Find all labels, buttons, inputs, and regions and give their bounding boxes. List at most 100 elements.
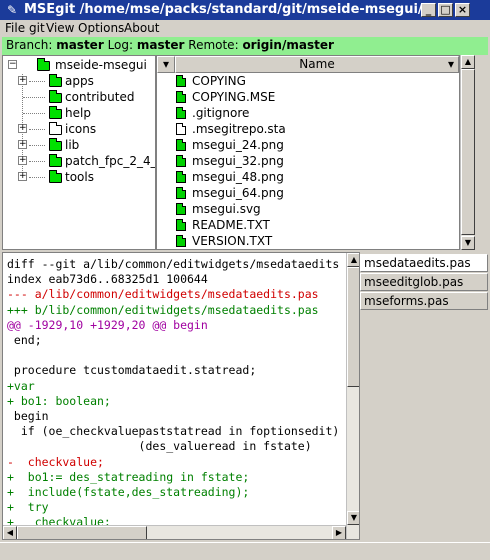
tree-item-tools[interactable]: + tools: [3, 169, 155, 185]
file-row[interactable]: README.TXT: [157, 217, 459, 233]
tab-mseforms[interactable]: mseforms.pas: [360, 292, 488, 310]
column-header-name[interactable]: Name ▾: [175, 56, 459, 73]
tree-item-label: apps: [65, 74, 94, 88]
chevron-down-icon[interactable]: ▾: [448, 57, 454, 72]
file-icon: [176, 123, 186, 135]
file-icon: [176, 75, 186, 87]
menu-git[interactable]: git: [29, 21, 45, 35]
tree-connector: [29, 177, 45, 178]
file-row[interactable]: msegui.svg: [157, 201, 459, 217]
file-name: VERSION.TXT: [192, 234, 273, 248]
tree-item-label: contributed: [65, 90, 135, 104]
tree-item-label: lib: [65, 138, 80, 152]
close-button[interactable]: ×: [455, 3, 470, 17]
menu-file[interactable]: File: [5, 21, 25, 35]
file-name: msegui_24.png: [192, 138, 284, 152]
file-list-scrollbar[interactable]: ▲ ▼: [460, 55, 475, 250]
log-label: Log:: [107, 38, 134, 52]
file-row[interactable]: msegui_24.png: [157, 137, 459, 153]
folder-icon: [49, 122, 62, 135]
tree-connector: [23, 113, 45, 114]
file-name: COPYING.MSE: [192, 90, 276, 104]
file-row[interactable]: msegui_64.png: [157, 185, 459, 201]
menu-view[interactable]: View: [46, 21, 74, 35]
tab-mseeditglob[interactable]: mseeditglob.pas: [360, 273, 488, 291]
collapse-icon[interactable]: −: [8, 60, 17, 69]
scroll-down-icon[interactable]: ▼: [347, 511, 359, 525]
file-row[interactable]: COPYING: [157, 73, 459, 89]
file-row[interactable]: .gitignore: [157, 105, 459, 121]
folder-icon: [49, 106, 62, 119]
file-icon: [176, 203, 186, 215]
file-name: msegui_64.png: [192, 186, 284, 200]
scroll-up-icon[interactable]: ▲: [347, 253, 359, 267]
tree-item-help[interactable]: help: [3, 105, 155, 121]
hscroll-thumb[interactable]: [17, 526, 147, 539]
tree-item-patch-fpc[interactable]: + patch_fpc_2_4_: [3, 153, 155, 169]
scroll-down-icon[interactable]: ▼: [461, 236, 475, 250]
file-icon: [176, 187, 186, 199]
file-list-header: ▾ Name ▾: [157, 56, 459, 73]
tab-msedataedits[interactable]: msedataedits.pas: [360, 254, 488, 272]
diff-scrollbar[interactable]: ▲ ▼: [346, 253, 359, 539]
expand-icon[interactable]: +: [18, 76, 27, 85]
file-icon: [176, 171, 186, 183]
diff-hscrollbar[interactable]: ◀ ▶: [3, 525, 346, 539]
tree-item-label: icons: [65, 122, 97, 136]
remote-value: origin/master: [242, 38, 334, 52]
file-row[interactable]: VERSION.TXT: [157, 233, 459, 249]
branch-bar: Branch: master Log: master Remote: origi…: [2, 37, 488, 55]
tree-item-label: help: [65, 106, 91, 120]
window-title: MSEgit /home/mse/packs/standard/git/msei…: [24, 2, 423, 17]
diff-view[interactable]: diff --git a/lib/common/editwidgets/msed…: [2, 252, 360, 540]
menu-options[interactable]: Options: [78, 21, 124, 35]
folder-icon: [49, 74, 62, 87]
diff-line: --- a/lib/common/editwidgets/msedataedit…: [7, 287, 319, 302]
tree-root-label: mseide-msegui: [55, 58, 147, 72]
diff-line: +var: [7, 378, 35, 393]
expand-icon[interactable]: +: [18, 172, 27, 181]
tree-item-lib[interactable]: + lib: [3, 137, 155, 153]
remote-label: Remote:: [188, 38, 239, 52]
log-value: master: [136, 38, 185, 52]
file-row[interactable]: COPYING.MSE: [157, 89, 459, 105]
diff-line: + include(fstate,des_statreading);: [7, 485, 250, 499]
tree-item-apps[interactable]: + apps: [3, 73, 155, 89]
sort-dropdown-icon[interactable]: ▾: [157, 56, 175, 73]
scroll-left-icon[interactable]: ◀: [3, 526, 17, 539]
column-header-label: Name: [299, 57, 335, 71]
diff-line: if (oe_checkvaluepaststatread in foption…: [7, 424, 340, 439]
scroll-up-icon[interactable]: ▲: [461, 55, 475, 69]
minimize-button[interactable]: _: [421, 3, 436, 17]
scroll-thumb[interactable]: [461, 69, 475, 235]
expand-icon[interactable]: +: [18, 124, 27, 133]
diff-line: procedure tcustomdataedit.statread;: [7, 363, 257, 378]
file-row[interactable]: msegui_32.png: [157, 153, 459, 169]
maximize-button[interactable]: □: [438, 3, 453, 17]
tree-item-label: patch_fpc_2_4_: [65, 154, 156, 168]
diff-line: +++ b/lib/common/editwidgets/msedataedit…: [7, 302, 319, 317]
tree-item-contributed[interactable]: contributed: [3, 89, 155, 105]
folder-icon: [49, 90, 62, 103]
file-name: README.TXT: [192, 218, 270, 232]
menu-about[interactable]: About: [124, 21, 159, 35]
expand-icon[interactable]: +: [18, 156, 27, 165]
file-row[interactable]: .msegitrepo.sta: [157, 121, 459, 137]
tree-connector: [29, 81, 45, 82]
expand-icon[interactable]: +: [18, 140, 27, 149]
file-name: msegui_48.png: [192, 170, 284, 184]
file-name: msegui_32.png: [192, 154, 284, 168]
directory-tree[interactable]: − mseide-msegui + apps contributed help …: [2, 55, 156, 250]
scroll-thumb[interactable]: [347, 267, 359, 387]
file-icon: [176, 235, 186, 247]
tree-root[interactable]: − mseide-msegui: [3, 57, 155, 73]
diff-line: (des_valueread in fstate): [7, 439, 312, 454]
file-list[interactable]: ▾ Name ▾ COPYING COPYING.MSE .gitignore …: [156, 55, 460, 250]
tree-connector: [29, 129, 45, 130]
scroll-right-icon[interactable]: ▶: [332, 526, 346, 539]
file-name: .gitignore: [192, 106, 250, 120]
file-row[interactable]: msegui_48.png: [157, 169, 459, 185]
tree-item-icons[interactable]: + icons: [3, 121, 155, 137]
diff-line: @@ -1929,10 +1929,20 @@ begin: [7, 317, 208, 332]
branch-value: master: [56, 38, 104, 52]
